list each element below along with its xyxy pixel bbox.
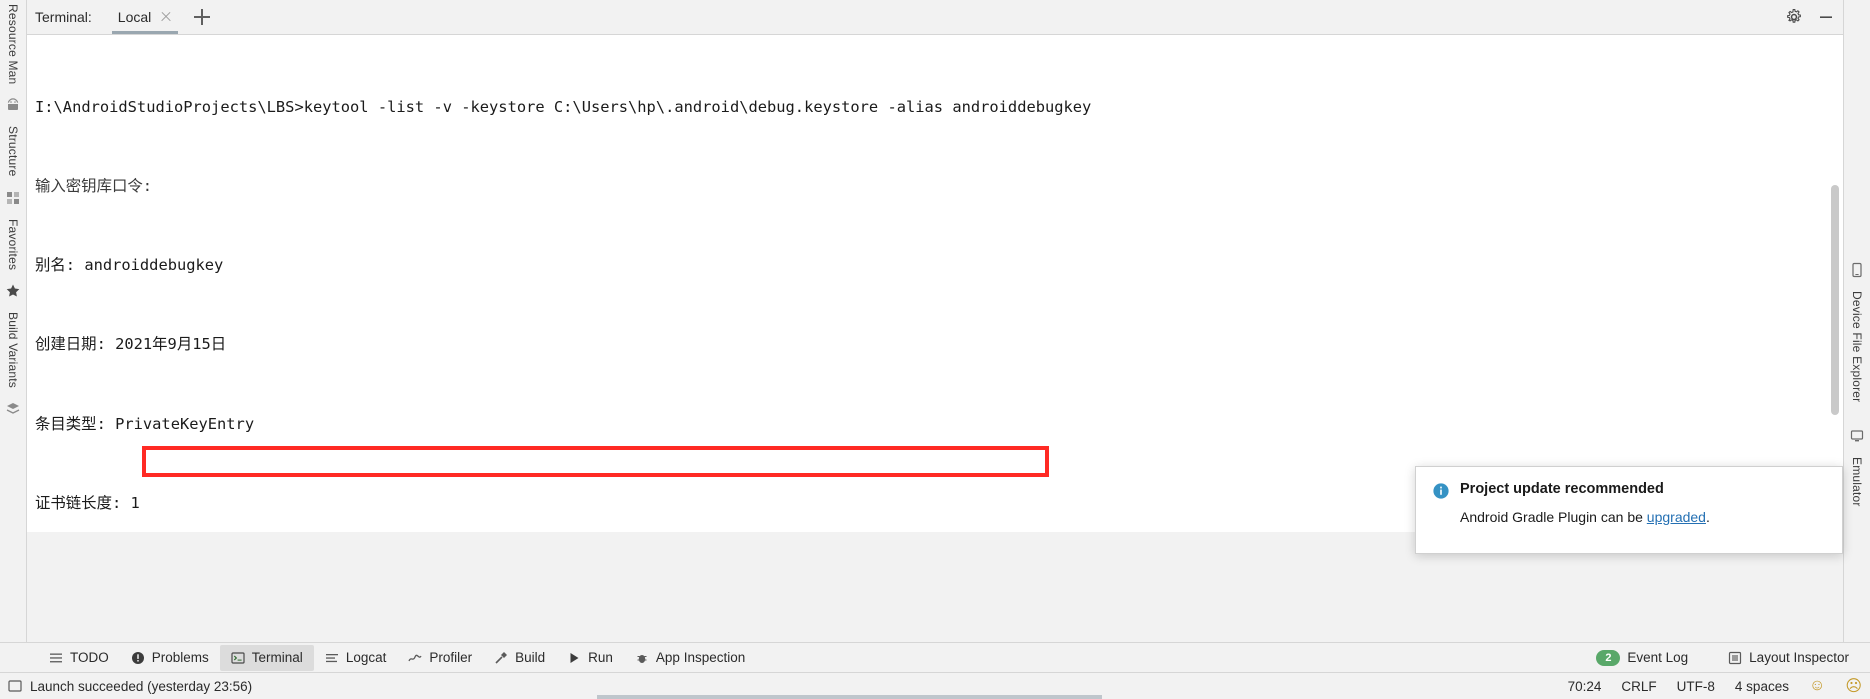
tool-button-run[interactable]: Run <box>556 645 624 671</box>
terminal-line: I:\AndroidStudioProjects\LBS>keytool -li… <box>35 97 1092 116</box>
play-icon <box>567 651 581 665</box>
tool-button-label: Build <box>515 650 546 665</box>
tool-button-app-inspection[interactable]: App Inspection <box>624 645 756 671</box>
terminal-header: Terminal: Local <box>27 0 1843 35</box>
terminal-line: 输入密钥库口令: <box>35 177 153 196</box>
caret-position[interactable]: 70:24 <box>1568 679 1602 694</box>
bottom-bar-right-group: 2 Event Log Layout Inspector <box>1585 645 1860 671</box>
terminal-line: 创建日期: 2021年9月15日 <box>35 335 227 354</box>
warning-circle-icon <box>131 651 145 665</box>
tool-button-label: Profiler <box>429 650 473 665</box>
tool-button-label: Problems <box>151 650 209 665</box>
terminal-title: Terminal: <box>35 9 92 25</box>
terminal-tool-window: Terminal: Local I:\AndroidStudioProjects… <box>27 0 1843 532</box>
line-separator[interactable]: CRLF <box>1621 679 1656 694</box>
terminal-header-actions <box>1785 0 1835 34</box>
notification-title: Project update recommended <box>1460 481 1664 497</box>
bottom-tool-window-bar: TODO Problems Terminal Logcat Profiler B… <box>0 642 1870 672</box>
star-icon[interactable] <box>5 283 21 299</box>
tool-button-profiler[interactable]: Profiler <box>397 645 483 671</box>
tool-button-label: TODO <box>70 650 109 665</box>
sidebar-item-resource-manager[interactable]: Resource Man <box>6 0 20 88</box>
tool-button-build[interactable]: Build <box>483 645 556 671</box>
indent-setting[interactable]: 4 spaces <box>1735 679 1789 694</box>
left-tool-strip: Resource Man Structure Favorites Build V… <box>0 0 27 662</box>
sidebar-item-structure[interactable]: Structure <box>6 122 20 181</box>
android-studio-window: Resource Man Structure Favorites Build V… <box>0 0 1870 699</box>
emulator-icon[interactable] <box>1849 428 1865 444</box>
sidebar-item-device-file-explorer[interactable]: Device File Explorer <box>1850 287 1864 406</box>
notification-body: Android Gradle Plugin can be upgraded. <box>1460 509 1826 525</box>
minimize-icon[interactable] <box>1817 8 1835 26</box>
tool-button-problems[interactable]: Problems <box>120 645 220 671</box>
tool-button-label: Terminal <box>251 650 303 665</box>
inspection-icon <box>635 651 649 665</box>
terminal-scrollbar-thumb[interactable] <box>1831 185 1839 415</box>
notification-body-prefix: Android Gradle Plugin can be <box>1460 509 1647 525</box>
notification-balloon[interactable]: Project update recommended Android Gradl… <box>1415 466 1843 554</box>
grid-icon[interactable] <box>5 190 21 206</box>
android-robot-icon[interactable] <box>5 97 21 113</box>
terminal-output-text: I:\AndroidStudioProjects\LBS>keytool -li… <box>27 41 1843 532</box>
notification-body-suffix: . <box>1705 509 1710 525</box>
tool-button-logcat[interactable]: Logcat <box>314 645 398 671</box>
profiler-icon <box>408 651 422 665</box>
tool-button-label: Logcat <box>345 650 387 665</box>
sidebar-item-emulator[interactable]: Emulator <box>1850 453 1864 511</box>
tool-button-label: Run <box>588 650 613 665</box>
layout-inspector-icon <box>1728 651 1742 665</box>
plus-icon[interactable] <box>194 9 211 25</box>
status-bar-left: Launch succeeded (yesterday 23:56) <box>8 679 252 694</box>
terminal-line: 别名: androiddebugkey <box>35 256 224 275</box>
list-icon <box>49 651 63 665</box>
terminal-icon <box>231 651 245 665</box>
sidebar-item-favorites[interactable]: Favorites <box>6 215 20 274</box>
gear-icon[interactable] <box>1785 8 1803 26</box>
event-log-badge: 2 <box>1596 649 1621 666</box>
tool-button-label: Event Log <box>1627 650 1689 665</box>
device-icon[interactable] <box>1849 262 1865 278</box>
status-bar-right: 70:24 CRLF UTF-8 4 spaces ☺ ☹ <box>1568 676 1862 696</box>
tool-button-label: Layout Inspector <box>1749 650 1849 665</box>
info-icon <box>1432 482 1450 500</box>
status-bar: Launch succeeded (yesterday 23:56) 70:24… <box>0 672 1870 699</box>
notification-header: Project update recommended <box>1432 481 1826 500</box>
terminal-square-icon <box>8 679 22 693</box>
file-encoding[interactable]: UTF-8 <box>1677 679 1715 694</box>
happy-face-icon[interactable]: ☺ <box>1809 677 1825 695</box>
sad-face-icon[interactable]: ☹ <box>1845 676 1862 696</box>
tool-button-todo[interactable]: TODO <box>38 645 120 671</box>
upgrade-link[interactable]: upgraded <box>1647 509 1706 525</box>
terminal-tab-label: Local <box>117 9 152 25</box>
terminal-tab-local[interactable]: Local <box>108 1 179 34</box>
terminal-output-area[interactable]: I:\AndroidStudioProjects\LBS>keytool -li… <box>27 35 1843 532</box>
status-message[interactable]: Launch succeeded (yesterday 23:56) <box>30 679 252 694</box>
right-tool-strip: Device File Explorer Emulator <box>1843 0 1870 662</box>
tool-button-event-log[interactable]: 2 Event Log <box>1585 645 1699 671</box>
logcat-icon <box>325 651 339 665</box>
tool-button-terminal[interactable]: Terminal <box>219 644 314 671</box>
terminal-scrollbar-track[interactable] <box>1831 35 1841 532</box>
progress-indicator <box>597 695 1102 699</box>
tool-button-label: App Inspection <box>655 650 746 665</box>
tool-button-layout-inspector[interactable]: Layout Inspector <box>1717 645 1860 671</box>
close-icon[interactable] <box>160 11 172 23</box>
terminal-line: 条目类型: PrivateKeyEntry <box>35 414 255 433</box>
hammer-icon <box>494 651 508 665</box>
sidebar-item-build-variants[interactable]: Build Variants <box>6 308 20 392</box>
layers-icon[interactable] <box>5 401 21 417</box>
